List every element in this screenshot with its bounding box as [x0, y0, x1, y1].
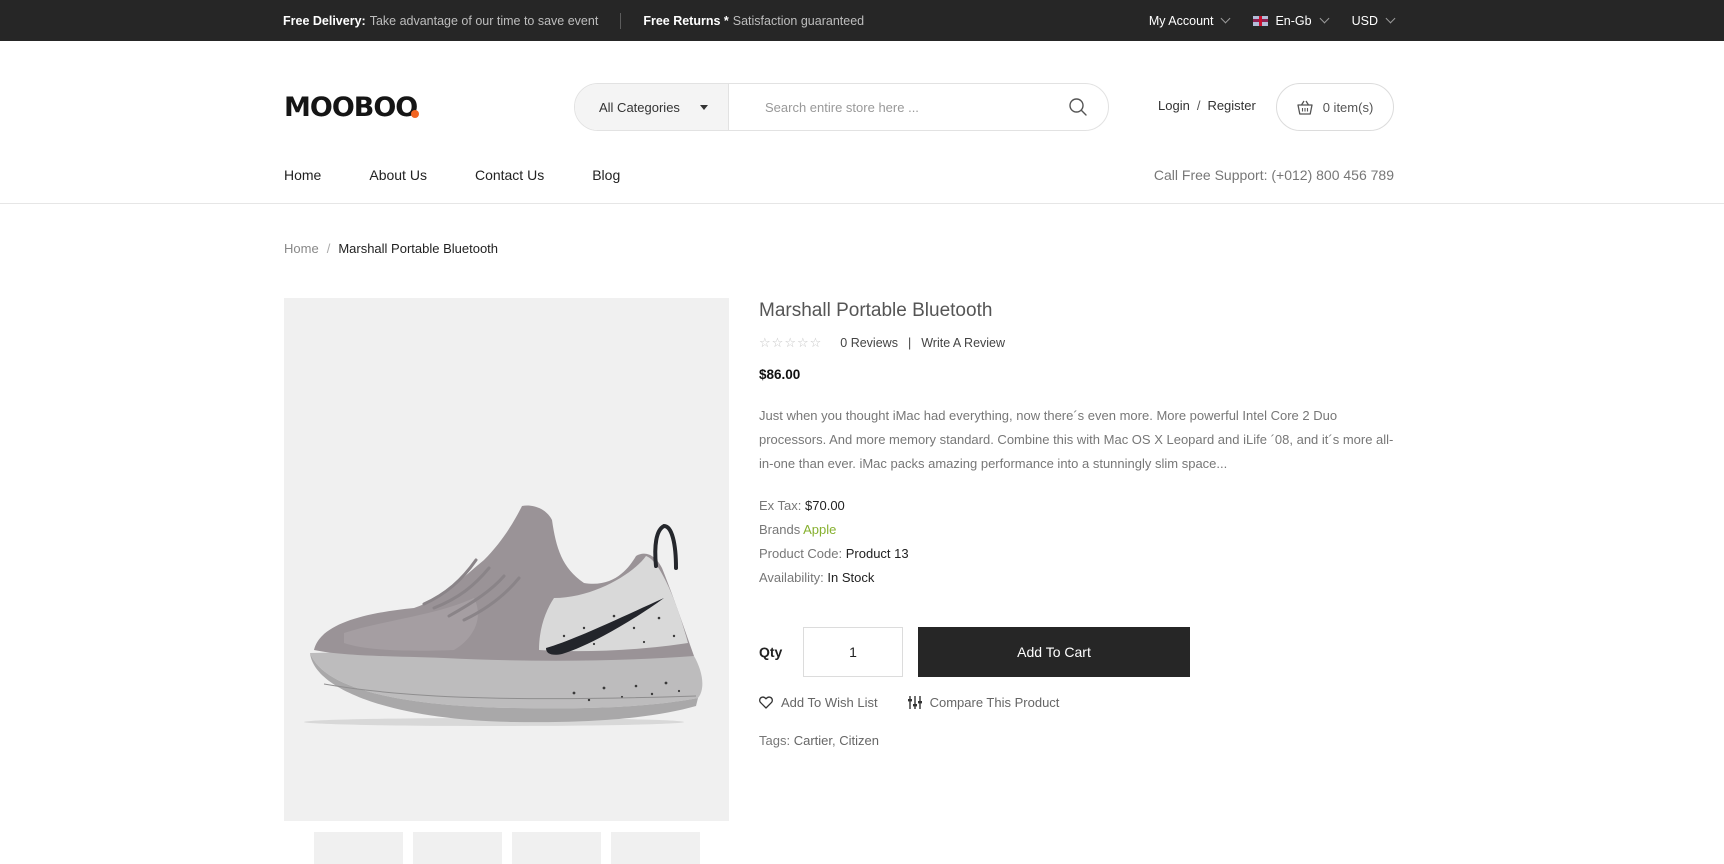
- language-label: En-Gb: [1275, 13, 1312, 28]
- rating-row: ☆ ☆ ☆ ☆ ☆ 0 Reviews | Write A Review: [759, 335, 1395, 351]
- nav-item-contact-us[interactable]: Contact Us: [475, 167, 544, 183]
- add-to-cart-button[interactable]: Add To Cart: [918, 627, 1190, 677]
- search-bar: All Categories: [574, 83, 1109, 131]
- product-title: Marshall Portable Bluetooth: [759, 300, 993, 321]
- star-icon: ☆: [759, 335, 771, 350]
- star-icon: ☆: [809, 335, 822, 350]
- delivery-title: Free Delivery:: [283, 13, 366, 28]
- sneaker-image: [304, 505, 703, 726]
- currency-dropdown[interactable]: USD: [1351, 13, 1396, 28]
- caret-down-icon: [699, 104, 708, 110]
- product-code-label: Product Code:: [759, 546, 843, 561]
- write-review-link[interactable]: Write A Review: [921, 336, 1005, 350]
- my-account-label: My Account: [1148, 13, 1214, 28]
- top-bar: Free Delivery: Take advantage of our tim…: [0, 0, 1724, 41]
- tag-link-citizen[interactable]: Citizen: [839, 733, 879, 748]
- heart-icon: [759, 696, 773, 709]
- quantity-input[interactable]: [803, 627, 903, 677]
- nav-item-about-us[interactable]: About Us: [369, 167, 427, 183]
- uk-flag-icon: [1253, 15, 1269, 26]
- star-icon: ☆: [796, 335, 809, 350]
- availability-row: Availability: In Stock: [759, 566, 1395, 590]
- availability-value: In Stock: [827, 570, 875, 585]
- category-select[interactable]: All Categories: [575, 84, 729, 130]
- compare-button[interactable]: Compare This Product: [907, 695, 1060, 710]
- star-icon: ☆: [784, 335, 796, 350]
- currency-label: USD: [1351, 13, 1378, 28]
- breadcrumb-separator: /: [326, 241, 331, 256]
- cart-button[interactable]: 0 item(s): [1276, 83, 1394, 131]
- returns-title: Free Returns *: [643, 13, 729, 28]
- thumbnail[interactable]: [512, 832, 601, 864]
- product-price: $86.00: [759, 367, 801, 382]
- chevron-down-icon: [1319, 13, 1330, 24]
- delivery-text: Take advantage of our time to save event: [369, 13, 599, 28]
- cart-count: 0 item(s): [1322, 99, 1374, 115]
- logo-text: MOOBOO: [284, 92, 418, 123]
- brand-label: Brands: [759, 522, 801, 537]
- my-account-dropdown[interactable]: My Account: [1148, 13, 1231, 28]
- star-rating: ☆ ☆ ☆ ☆ ☆: [759, 335, 822, 351]
- chevron-down-icon: [1221, 13, 1231, 24]
- top-bar-promos: Free Delivery: Take advantage of our tim…: [283, 0, 864, 41]
- brand-row: Brands Apple: [759, 518, 1395, 542]
- ex-tax-label: Ex Tax:: [759, 498, 802, 513]
- add-to-cart-row: Qty Add To Cart: [759, 627, 1395, 677]
- breadcrumb: Home / Marshall Portable Bluetooth: [284, 241, 498, 256]
- promo-divider: [620, 12, 622, 29]
- search-icon[interactable]: [1058, 87, 1098, 127]
- header-divider: [0, 203, 1724, 204]
- register-link[interactable]: Register: [1207, 98, 1255, 113]
- site-logo[interactable]: MOOBOO: [284, 92, 420, 123]
- language-dropdown[interactable]: En-Gb: [1253, 13, 1330, 28]
- brand-link[interactable]: Apple: [803, 522, 836, 537]
- qty-label: Qty: [759, 644, 783, 660]
- returns-text: Satisfaction guaranteed: [732, 13, 865, 28]
- product-tags: Tags: Cartier, Citizen: [759, 733, 1395, 748]
- auth-separator: /: [1196, 98, 1201, 113]
- auth-links: Login / Register: [1158, 98, 1256, 113]
- add-to-wishlist-button[interactable]: Add To Wish List: [759, 695, 878, 710]
- thumbnail[interactable]: [413, 832, 502, 864]
- tags-label: Tags:: [759, 733, 791, 748]
- availability-label: Availability:: [759, 570, 824, 585]
- search-input[interactable]: [729, 84, 1058, 130]
- sliders-icon: [907, 696, 922, 709]
- wishlist-label: Add To Wish List: [781, 695, 878, 710]
- login-link[interactable]: Login: [1158, 98, 1190, 113]
- product-description: Just when you thought iMac had everythin…: [759, 408, 1394, 471]
- tag-separator: ,: [832, 733, 836, 748]
- product-specs: Ex Tax: $70.00 Brands Apple Product Code…: [759, 494, 1395, 590]
- top-bar-menus: My Account En-Gb USD: [1125, 0, 1396, 41]
- thumbnail[interactable]: [611, 832, 700, 864]
- chevron-down-icon: [1385, 13, 1396, 24]
- reviews-link[interactable]: 0 Reviews: [840, 336, 898, 350]
- product-thumbnails: [314, 832, 710, 864]
- product-code-value: Product 13: [845, 546, 909, 561]
- review-separator: |: [907, 336, 912, 350]
- support-phone: Call Free Support: (+012) 800 456 789: [1153, 167, 1394, 183]
- breadcrumb-home[interactable]: Home: [284, 241, 319, 256]
- product-actions: Add To Wish List Compare This Product: [759, 695, 1395, 710]
- product-main-image[interactable]: [284, 298, 729, 821]
- compare-label: Compare This Product: [929, 695, 1060, 710]
- category-label: All Categories: [599, 99, 680, 115]
- tag-link-cartier[interactable]: Cartier: [794, 733, 832, 748]
- main-nav: Home About Us Contact Us Blog: [284, 167, 668, 183]
- ex-tax-row: Ex Tax: $70.00: [759, 494, 1395, 518]
- nav-item-home[interactable]: Home: [284, 167, 321, 183]
- nav-item-blog[interactable]: Blog: [592, 167, 620, 183]
- ex-tax-value: $70.00: [805, 498, 845, 513]
- basket-icon: [1297, 100, 1313, 115]
- breadcrumb-current: Marshall Portable Bluetooth: [338, 241, 499, 256]
- star-icon: ☆: [771, 335, 784, 350]
- logo-dot: [411, 110, 420, 118]
- product-code-row: Product Code: Product 13: [759, 542, 1395, 566]
- product-info: Marshall Portable Bluetooth ☆ ☆ ☆ ☆ ☆ 0 …: [759, 298, 1395, 748]
- thumbnail[interactable]: [314, 832, 403, 864]
